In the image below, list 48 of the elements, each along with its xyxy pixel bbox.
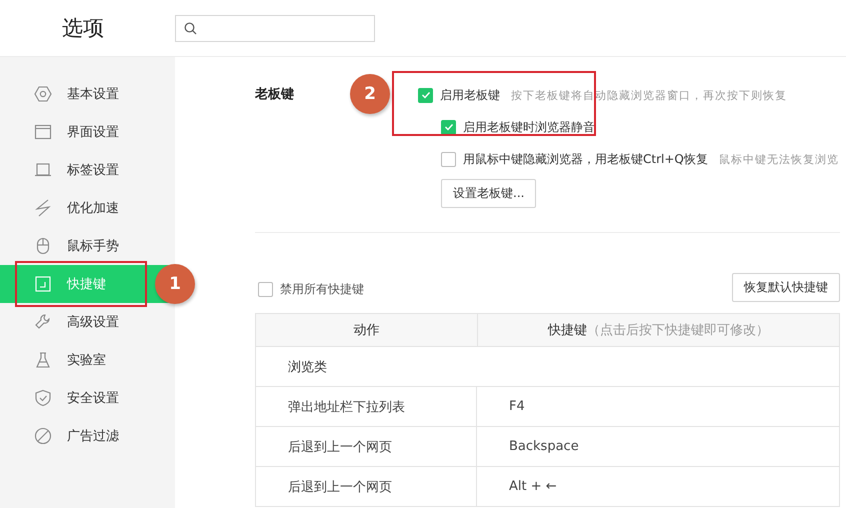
wrench-icon <box>34 313 52 331</box>
sidebar-item[interactable]: 标签设置 <box>0 151 175 189</box>
hint-text: 鼠标中键无法恢复浏览 <box>718 152 839 166</box>
set-boss-key-button[interactable]: 设置老板键... <box>441 179 536 208</box>
table-cell[interactable]: Backspace <box>477 427 839 466</box>
section-label: 老板键 <box>255 86 295 104</box>
column-header: 动作 <box>256 314 478 346</box>
sidebar-item[interactable]: 鼠标手势 <box>0 227 175 265</box>
hint-text: 按下老板键将自动隐藏浏览器窗口，再次按下则恢复 <box>511 88 787 102</box>
checkbox[interactable] <box>441 152 456 166</box>
checkbox[interactable] <box>441 120 456 134</box>
checkbox-label[interactable]: 用鼠标中键隐藏浏览器，用老板键Ctrl+Q恢复 <box>463 150 708 168</box>
table-cell: 弹出地址栏下拉列表 <box>256 387 477 426</box>
checkbox-label[interactable]: 禁用所有快捷键 <box>280 280 364 298</box>
step-badge: 2 <box>350 74 390 114</box>
checkbox-label[interactable]: 启用老板键 <box>440 86 500 104</box>
sidebar-item[interactable]: 优化加速 <box>0 189 175 227</box>
check-icon <box>420 90 430 100</box>
sidebar-item[interactable]: 安全设置 <box>0 379 175 417</box>
mouse-icon <box>34 237 52 255</box>
window-icon <box>34 123 52 141</box>
sidebar-item[interactable]: 基本设置 <box>0 75 175 113</box>
checkbox[interactable] <box>418 88 433 102</box>
search-field[interactable] <box>175 14 375 42</box>
sidebar-item[interactable]: 高级设置 <box>0 303 175 341</box>
reset-shortcuts-button[interactable]: 恢复默认快捷键 <box>732 273 840 302</box>
sidebar-item[interactable]: 广告过滤 <box>0 417 175 455</box>
block-icon <box>34 427 52 445</box>
sidebar-item[interactable]: 界面设置 <box>0 113 175 151</box>
search-icon <box>184 22 197 34</box>
tab-icon <box>34 161 52 179</box>
hexagon-icon <box>34 85 52 103</box>
table-cell[interactable]: Alt + ← <box>477 467 839 506</box>
lightning-icon <box>34 199 52 217</box>
checkbox[interactable] <box>258 282 273 296</box>
category-cell-text: 浏览类 <box>287 358 327 376</box>
table-cell: 后退到上一个网页 <box>256 467 477 506</box>
check-icon <box>444 122 454 132</box>
step-badge: 1 <box>155 264 195 304</box>
window-title: 选项 <box>61 15 105 42</box>
column-hint: （点击后按下快捷键即可修改） <box>587 322 769 339</box>
flask-icon <box>34 351 52 369</box>
sidebar-item[interactable]: 实验室 <box>0 341 175 379</box>
shield-icon <box>34 389 52 407</box>
table-cell: 后退到上一个网页 <box>256 427 477 466</box>
column-header: 快捷键 <box>548 322 587 339</box>
checkbox-label[interactable]: 启用老板键时浏览器静音 <box>463 118 595 136</box>
table-cell[interactable]: F4 <box>477 387 839 426</box>
